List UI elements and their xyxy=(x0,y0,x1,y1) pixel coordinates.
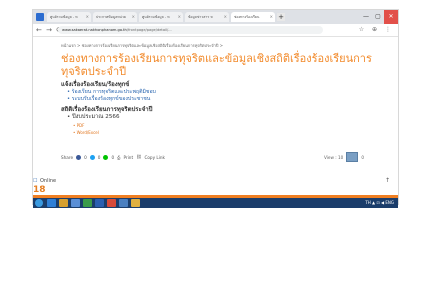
online-count: 18 xyxy=(33,185,46,195)
scroll-to-top-button[interactable]: ↑ xyxy=(385,177,390,184)
chrome-taskbar-icon[interactable] xyxy=(119,199,128,207)
forward-icon[interactable]: → xyxy=(46,26,53,34)
tab-label: ประกาศข้อมูลหน่วย xyxy=(96,15,126,19)
browser-tab-active[interactable]: ช่องทางร้องเรียน × xyxy=(231,12,275,22)
link-public-complaint-system[interactable]: • ระบบรับเรื่องร้องทุกข์ของประชาชน xyxy=(67,95,150,103)
window-controls: — ▢ ✕ xyxy=(360,10,398,24)
page-title: ช่องทางการร้องเรียนการทุจริตและข้อมูลเชิ… xyxy=(61,52,372,78)
taskbar-apps xyxy=(47,199,140,207)
print-icon[interactable]: ⎙ xyxy=(117,155,120,160)
online-users-icon: ☐ xyxy=(33,178,38,184)
fiscal-year-item: • ปีงบประมาณ 2566 xyxy=(67,114,120,120)
browser-window: ศูนย์รวมข้อมูล - ห × ประกาศข้อมูลหน่วย × ศ… xyxy=(33,10,398,204)
twitter-count: 0 xyxy=(97,154,101,160)
twitter-icon[interactable] xyxy=(89,154,95,160)
browser-tab-1[interactable]: ศูนย์รวมข้อมูล - ห × xyxy=(47,12,91,22)
browser-taskbar-icon[interactable] xyxy=(47,199,56,207)
browser-tab-3[interactable]: ศูนย์รวมข้อมูล - ห × xyxy=(139,12,183,22)
tab-label: ข้อมูลข่าวสาร ห xyxy=(188,15,213,19)
line-icon[interactable] xyxy=(103,154,109,160)
url-input[interactable]: www.sakaerat.nakhonphanom.go.th/frontpag… xyxy=(58,26,323,34)
new-tab-button[interactable]: + xyxy=(277,13,285,21)
file-label: PDF xyxy=(76,123,85,128)
online-label: Online xyxy=(40,178,57,184)
file-label: Word/Excel xyxy=(76,130,99,135)
spreadsheet-taskbar-icon[interactable] xyxy=(83,199,92,207)
line-count: 0 xyxy=(111,154,115,160)
presentation-taskbar-icon[interactable] xyxy=(107,199,116,207)
browser-app-icon xyxy=(36,13,44,21)
view-count: View : 10 xyxy=(323,154,344,160)
close-window-button[interactable]: ✕ xyxy=(384,10,398,24)
close-tab-icon[interactable]: × xyxy=(270,12,273,22)
file-link-word-excel[interactable]: • Word/Excel xyxy=(73,130,99,135)
tab-label: ช่องทางร้องเรียน xyxy=(234,15,260,19)
back-icon[interactable]: ← xyxy=(36,26,43,34)
close-tab-icon[interactable]: × xyxy=(178,12,181,22)
url-domain: www.sakaerat.nakhonphanom.go.th xyxy=(62,28,127,32)
breadcrumb[interactable]: หน้าแรก > ช่องทางการร้องเรียนการทุจริตแล… xyxy=(61,42,223,49)
tab-label: ศูนย์รวมข้อมูล - ห xyxy=(142,15,170,19)
file-link-pdf[interactable]: • PDF xyxy=(73,123,84,128)
tab-label: ศูนย์รวมข้อมูล - ห xyxy=(50,15,78,19)
close-tab-icon[interactable]: × xyxy=(86,12,89,22)
address-bar-row: ← → ⟳ www.sakaerat.nakhonphanom.go.th/fr… xyxy=(33,24,398,37)
link-label: ระบบรับเรื่องร้องทุกข์ของประชาชน xyxy=(71,96,151,102)
browser-tab-4[interactable]: ข้อมูลข่าวสาร ห × xyxy=(185,12,229,22)
browser-tab-2[interactable]: ประกาศข้อมูลหน่วย × xyxy=(93,12,137,22)
copy-link-label[interactable]: Copy Link xyxy=(144,155,165,160)
fiscal-year-label: ปีงบประมาณ 2566 xyxy=(72,114,120,120)
maximize-button[interactable]: ▢ xyxy=(372,10,384,24)
tab-bar: ศูนย์รวมข้อมูล - ห × ประกาศข้อมูลหน่วย × ศ… xyxy=(33,10,398,24)
url-path: /frontpage/page/detail/... xyxy=(126,28,172,32)
tab-strip: ศูนย์รวมข้อมูล - ห × ประกาศข้อมูลหน่วย × ศ… xyxy=(47,12,285,22)
share-bar: Share 0 0 0 ⎙ Print ⛓ Copy Link xyxy=(61,154,165,160)
folder-taskbar-icon[interactable] xyxy=(59,199,68,207)
files-taskbar-icon[interactable] xyxy=(131,199,140,207)
print-label[interactable]: Print xyxy=(123,155,133,160)
minimize-button[interactable]: — xyxy=(360,10,372,24)
view-counter: View : 10 0 xyxy=(324,152,364,162)
close-tab-icon[interactable]: × xyxy=(132,12,135,22)
share-label: Share xyxy=(61,154,74,160)
page-content: หน้าแรก > ช่องทางการร้องเรียนการทุจริตแล… xyxy=(33,37,398,195)
link-icon[interactable]: ⛓ xyxy=(136,154,141,160)
gallery-count: 0 xyxy=(361,154,364,160)
facebook-count: 0 xyxy=(84,154,87,160)
windows-taskbar: TH ▲ ⊡ ◀ ENG xyxy=(33,198,398,208)
document-taskbar-icon[interactable] xyxy=(95,199,104,207)
gallery-icon[interactable] xyxy=(346,152,359,162)
system-tray[interactable]: TH ▲ ⊡ ◀ ENG xyxy=(365,200,394,205)
close-tab-icon[interactable]: × xyxy=(224,12,227,22)
app-taskbar-icon[interactable] xyxy=(71,199,80,207)
facebook-icon[interactable] xyxy=(76,154,82,160)
toolbar-icons[interactable]: ☆ ⊕ ⋮ xyxy=(359,24,394,36)
start-button-icon[interactable] xyxy=(35,199,43,207)
